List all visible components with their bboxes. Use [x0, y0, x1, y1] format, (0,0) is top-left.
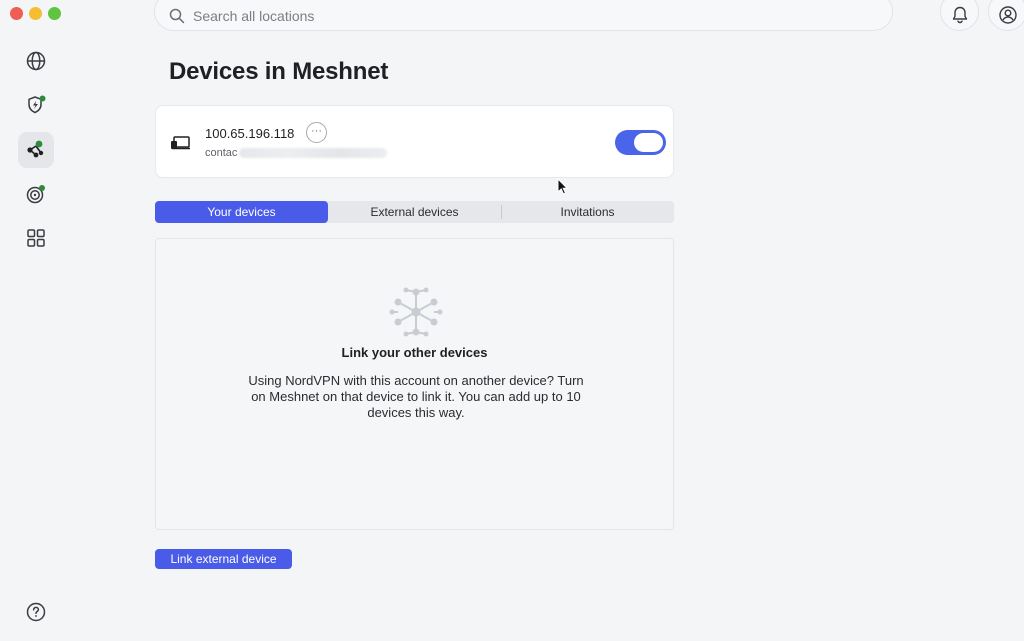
- close-window-button[interactable]: [10, 7, 23, 20]
- meshnet-toggle[interactable]: [615, 130, 666, 155]
- tab-invitations-label: Invitations: [560, 205, 615, 219]
- tab-external-devices[interactable]: External devices: [328, 201, 501, 223]
- page-title: Devices in Meshnet: [169, 58, 389, 85]
- help-icon: [26, 602, 46, 622]
- tab-your-devices[interactable]: Your devices: [155, 201, 328, 223]
- tab-invitations[interactable]: Invitations: [501, 201, 674, 223]
- apps-icon: [27, 229, 45, 247]
- sidebar-item-apps[interactable]: [18, 220, 54, 256]
- search-bar[interactable]: [154, 0, 893, 31]
- device-more-button[interactable]: ···: [306, 122, 327, 143]
- search-icon: [169, 8, 185, 23]
- mouse-cursor-icon: [557, 178, 569, 195]
- tab-divider: [501, 205, 502, 219]
- search-input[interactable]: [193, 7, 793, 24]
- meshnet-icon: [27, 140, 44, 158]
- minimize-window-button[interactable]: [29, 7, 42, 20]
- empty-state-title: Link your other devices: [341, 345, 488, 360]
- sidebar-item-help[interactable]: [18, 594, 54, 630]
- shield-icon: [28, 95, 46, 114]
- sidebar: [0, 40, 72, 640]
- empty-state-description: Using NordVPN with this account on anoth…: [248, 373, 584, 420]
- zoom-window-button[interactable]: [48, 7, 61, 20]
- email-redacted: [239, 148, 388, 158]
- sidebar-item-meshnet[interactable]: [18, 132, 54, 168]
- link-external-device-button[interactable]: Link external device: [155, 549, 292, 569]
- sidebar-item-countries[interactable]: [18, 43, 54, 79]
- target-icon: [26, 185, 45, 204]
- device-email-prefix: contac: [205, 147, 238, 159]
- bell-icon: [952, 6, 967, 23]
- window-controls: [10, 7, 61, 20]
- laptop-icon: [171, 136, 190, 150]
- toggle-knob: [634, 133, 663, 152]
- devices-empty-state: Link your other devices Using NordVPN wi…: [155, 238, 674, 530]
- devices-tabs: Your devices External devices Invitation…: [155, 201, 674, 223]
- this-device-card: 100.65.196.118 ··· contac: [155, 105, 674, 178]
- sidebar-item-threat-protection[interactable]: [18, 87, 54, 123]
- globe-icon: [26, 51, 46, 71]
- user-icon: [998, 5, 1017, 24]
- account-button[interactable]: [988, 0, 1024, 31]
- sidebar-item-dark-web-monitor[interactable]: [18, 176, 54, 212]
- notifications-button[interactable]: [940, 0, 979, 31]
- tab-external-devices-label: External devices: [370, 205, 459, 219]
- meshnet-devices-icon: [389, 287, 443, 337]
- device-ip-address: 100.65.196.118: [205, 126, 295, 141]
- device-account-email: contac: [205, 147, 388, 159]
